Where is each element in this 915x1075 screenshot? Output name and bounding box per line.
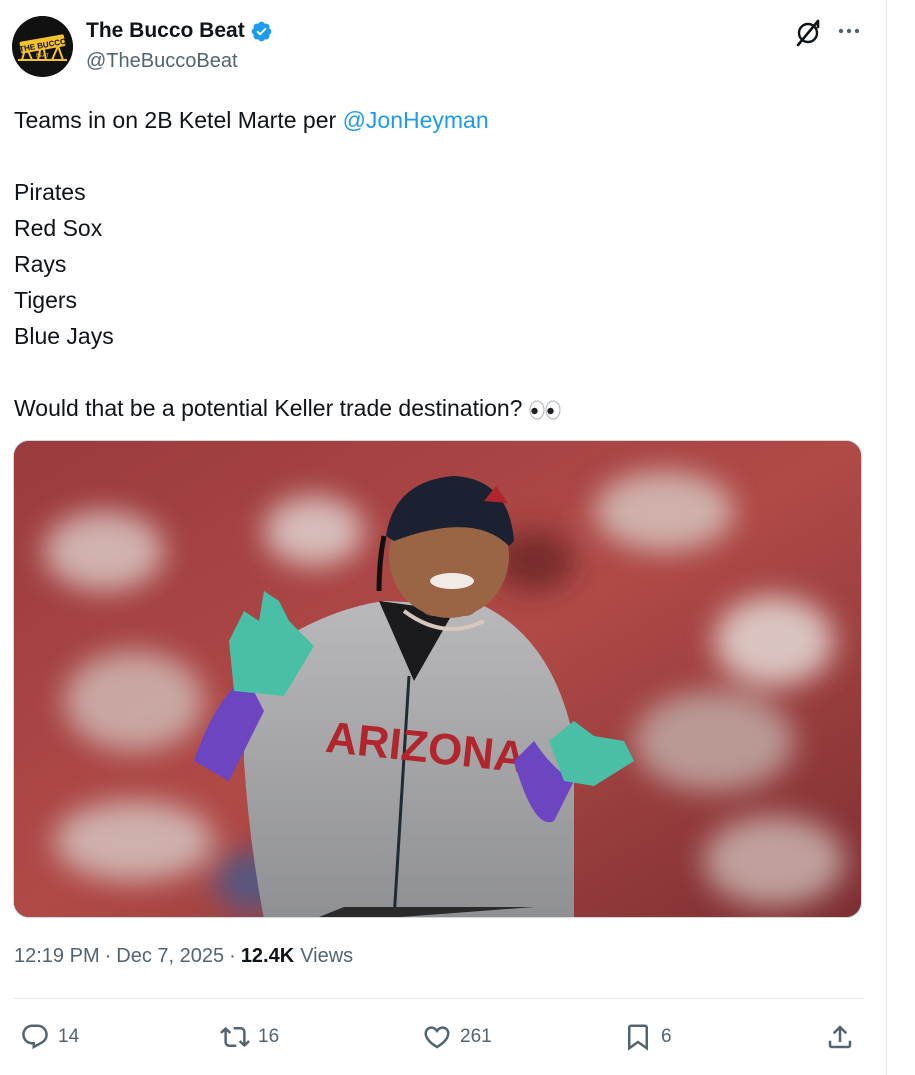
team-item: Pirates [14,179,86,205]
author-handle[interactable]: @TheBuccoBeat [86,50,238,73]
reply-count: 14 [58,1026,80,1047]
heart-icon [424,1026,450,1049]
meta-separator: · [104,945,112,967]
tweet-question: Would that be a potential Keller trade d… [14,395,523,421]
bookmark-icon [628,1024,648,1051]
avatar[interactable]: THE BUCCO BEAT [12,16,73,77]
views-count: 12.4K [240,945,295,967]
author-name-row: The Bucco Beat [86,19,273,43]
avatar-logo: THE BUCCO BEAT [12,16,73,77]
tweet-photo[interactable]: ARIZONA [13,440,862,918]
share-button[interactable] [825,1018,855,1056]
meta-separator: · [229,945,236,967]
right-border [886,0,887,1075]
mention-link[interactable]: @JonHeyman [343,107,489,133]
bookmark-count: 6 [661,1026,672,1047]
tweet-time[interactable]: 12:19 PM [14,945,100,968]
repost-count: 16 [258,1026,280,1047]
tweet-meta: 12:19 PM · Dec 7, 2025 · 12.4K Views [14,945,353,968]
divider [14,998,864,999]
verified-badge-icon[interactable] [250,20,273,43]
eyes-emoji-icon [529,400,562,420]
grok-icon[interactable] [793,18,823,48]
team-item: Rays [14,251,67,277]
avatar-text-bottom: BEAT [36,53,49,59]
reply-icon [22,1024,48,1050]
team-item: Tigers [14,287,78,313]
like-count: 261 [460,1026,492,1047]
photo-illustration: ARIZONA [14,441,861,917]
like-button[interactable]: 261 [422,1018,492,1056]
display-name[interactable]: The Bucco Beat [86,19,245,43]
tweet-question-line: Would that be a potential Keller trade d… [14,390,864,426]
share-icon [828,1025,852,1049]
reply-button[interactable]: 14 [20,1018,79,1056]
tweet-intro: Teams in on 2B Ketel Marte per [14,107,343,133]
more-icon[interactable] [836,18,862,44]
tweet-date[interactable]: Dec 7, 2025 [116,945,224,968]
team-item: Red Sox [14,215,103,241]
bookmark-button[interactable]: 6 [623,1018,672,1056]
repost-icon [220,1026,250,1048]
tweet-text: Teams in on 2B Ketel Marte per @JonHeyma… [14,102,864,426]
tweet-intro-line: Teams in on 2B Ketel Marte per @JonHeyma… [14,102,864,138]
repost-button[interactable]: 16 [220,1018,279,1056]
team-item: Blue Jays [14,323,114,349]
views-label: Views [300,945,354,967]
